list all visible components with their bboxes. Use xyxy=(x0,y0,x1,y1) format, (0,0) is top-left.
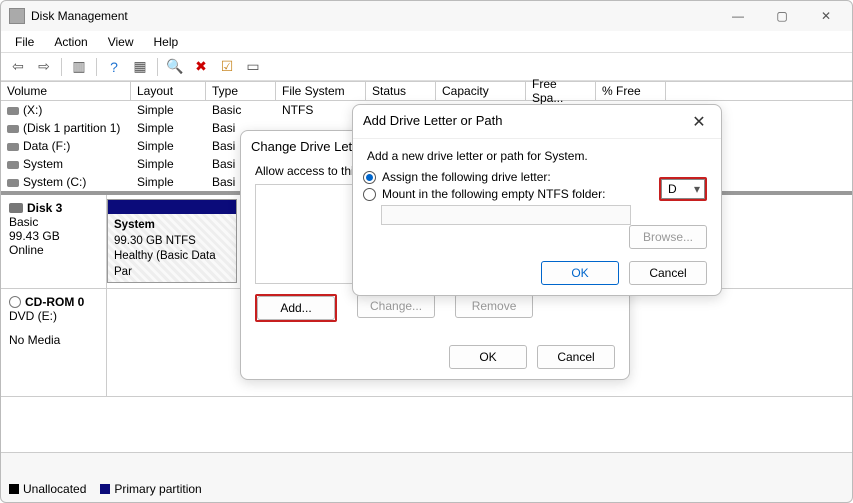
titlebar[interactable]: Disk Management — ▢ ✕ xyxy=(1,1,852,31)
dialog2-close-button[interactable]: ✕ xyxy=(683,109,715,135)
mount-path-input xyxy=(381,205,631,225)
col-capacity[interactable]: Capacity xyxy=(436,82,526,100)
col-filesystem[interactable]: File System xyxy=(276,82,366,100)
minimize-button[interactable]: — xyxy=(716,2,760,30)
check-icon[interactable]: ☑ xyxy=(216,56,238,78)
add-button[interactable]: Add... xyxy=(257,296,335,320)
col-layout[interactable]: Layout xyxy=(131,82,206,100)
column-headers: Volume Layout Type File System Status Ca… xyxy=(1,81,852,101)
menu-bar: File Action View Help xyxy=(1,31,852,53)
remove-button[interactable]: Remove xyxy=(455,294,533,318)
dialog2-ok-button[interactable]: OK xyxy=(541,261,619,285)
legend: Unallocated Primary partition xyxy=(9,482,202,496)
menu-view[interactable]: View xyxy=(98,33,144,51)
window-title: Disk Management xyxy=(31,9,716,23)
delete-icon[interactable]: ✖ xyxy=(190,56,212,78)
col-volume[interactable]: Volume xyxy=(1,82,131,100)
cdrom-header[interactable]: CD-ROM 0 DVD (E:) No Media xyxy=(1,289,107,396)
drive-letter-select[interactable]: D ▾ xyxy=(661,179,705,199)
layout-icon[interactable]: ▦ xyxy=(129,56,151,78)
add-drive-letter-dialog: Add Drive Letter or Path ✕ Add a new dri… xyxy=(352,104,722,296)
maximize-button[interactable]: ▢ xyxy=(760,2,804,30)
disk-3-header[interactable]: Disk 3 Basic 99.43 GB Online xyxy=(1,195,107,288)
back-icon[interactable]: ⇦ xyxy=(7,56,29,78)
cdrom-icon xyxy=(9,296,21,308)
col-type[interactable]: Type xyxy=(206,82,276,100)
forward-icon[interactable]: ⇨ xyxy=(33,56,55,78)
change-button[interactable]: Change... xyxy=(357,294,435,318)
col-free[interactable]: Free Spa... xyxy=(526,82,596,100)
menu-help[interactable]: Help xyxy=(144,33,189,51)
dialog2-intro: Add a new drive letter or path for Syste… xyxy=(353,138,721,167)
dialog1-cancel-button[interactable]: Cancel xyxy=(537,345,615,369)
help-icon[interactable]: ? xyxy=(103,56,125,78)
col-status[interactable]: Status xyxy=(366,82,436,100)
lookup-icon[interactable]: 🔍 xyxy=(164,56,186,78)
dialog2-cancel-button[interactable]: Cancel xyxy=(629,261,707,285)
col-pctfree[interactable]: % Free xyxy=(596,82,666,100)
dialog1-ok-button[interactable]: OK xyxy=(449,345,527,369)
app-icon xyxy=(9,8,25,24)
disk-icon xyxy=(9,203,23,213)
menu-action[interactable]: Action xyxy=(44,33,97,51)
menu-file[interactable]: File xyxy=(5,33,44,51)
browse-button[interactable]: Browse... xyxy=(629,225,707,249)
partition-system[interactable]: System 99.30 GB NTFS Healthy (Basic Data… xyxy=(107,199,237,283)
chevron-down-icon: ▾ xyxy=(694,182,700,196)
properties-icon[interactable]: ▭ xyxy=(242,56,264,78)
toolbar: ⇦ ⇨ ▥ ? ▦ 🔍 ✖ ☑ ▭ xyxy=(1,53,852,81)
dialog2-title: Add Drive Letter or Path xyxy=(353,105,721,138)
close-button[interactable]: ✕ xyxy=(804,2,848,30)
panel-icon[interactable]: ▥ xyxy=(68,56,90,78)
